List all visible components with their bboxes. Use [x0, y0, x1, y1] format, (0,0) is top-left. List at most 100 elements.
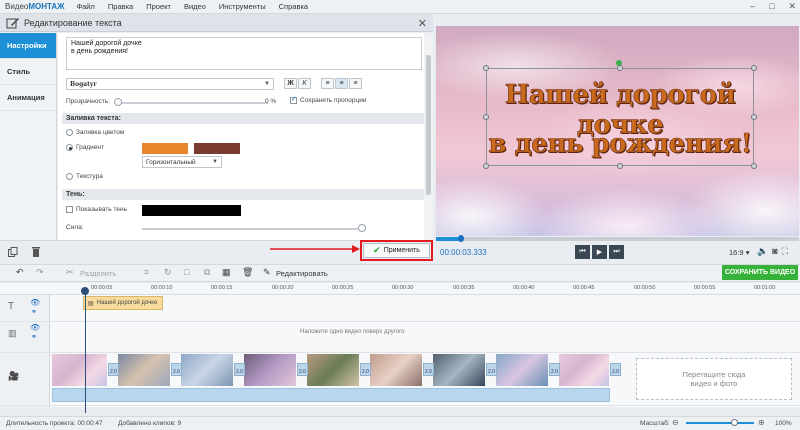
scrollbar-thumb[interactable]	[426, 55, 431, 195]
italic-button[interactable]: К	[298, 78, 311, 89]
video-clip[interactable]	[52, 354, 107, 386]
split-icon[interactable]: ✂	[66, 267, 74, 278]
resize-handle[interactable]	[751, 163, 757, 169]
menu-edit[interactable]: Правка	[108, 2, 133, 11]
volume-icon[interactable]: 🔈	[757, 246, 768, 257]
copy-icon[interactable]: ⧉	[204, 267, 210, 278]
play-icon[interactable]: ▶	[592, 245, 607, 259]
edit-icon[interactable]: ✎	[263, 267, 271, 278]
video-preview[interactable]: Нашей дорогой дочке в день рождения!	[436, 26, 799, 236]
texture-radio[interactable]: Текстура	[66, 173, 103, 180]
text-input[interactable]: Нашей дорогой дочке в день рождения!	[66, 37, 422, 70]
menu-file[interactable]: Файл	[76, 2, 94, 11]
keep-proportions-checkbox[interactable]: Сохранять пропорции	[290, 95, 366, 104]
tab-style[interactable]: Стиль	[0, 59, 56, 85]
opacity-slider[interactable]	[118, 102, 268, 104]
trash-icon[interactable]	[31, 246, 41, 257]
close-icon[interactable]: ✕	[418, 17, 427, 30]
video-clip[interactable]	[433, 354, 485, 386]
rotate-icon[interactable]: ↻	[164, 267, 172, 278]
menu-video[interactable]: Видео	[184, 2, 206, 11]
zoom-in-icon[interactable]: ⊕	[758, 418, 765, 427]
edit-button[interactable]: Редактировать	[276, 269, 328, 278]
film-icon[interactable]: ▦	[222, 267, 231, 278]
video-clip[interactable]	[307, 354, 359, 386]
align-right-icon[interactable]: ≡	[349, 78, 362, 89]
editor-scrollbar[interactable]	[424, 33, 433, 240]
strength-slider-knob[interactable]	[358, 224, 366, 232]
video-clip[interactable]	[370, 354, 422, 386]
menu-tools[interactable]: Инструменты	[219, 2, 266, 11]
gradient-radio[interactable]: Градиент	[66, 144, 104, 151]
fill-color-radio[interactable]: Заливка цветом	[66, 129, 124, 136]
transition-marker[interactable]: 2.0	[549, 363, 560, 376]
zoom-out-icon[interactable]: ⊖	[672, 418, 679, 427]
zoom-slider-knob[interactable]	[731, 419, 738, 426]
menu-help[interactable]: Справка	[279, 2, 308, 11]
video-clip[interactable]	[118, 354, 170, 386]
progress-knob[interactable]	[458, 235, 465, 242]
link-icon[interactable]: ⚭	[31, 308, 37, 316]
timeline-ruler[interactable]: 00:00:05 00:00:10 00:00:15 00:00:20 00:0…	[0, 283, 800, 295]
save-video-button[interactable]: СОХРАНИТЬ ВИДЕО	[722, 265, 798, 280]
align-center-icon[interactable]: ≡	[335, 78, 348, 89]
split-button[interactable]: Разделить	[80, 269, 116, 278]
transition-marker[interactable]: 2.0	[108, 363, 119, 376]
tab-animation[interactable]: Анимация	[0, 85, 56, 111]
transition-marker[interactable]: 2.0	[234, 363, 245, 376]
resize-handle[interactable]	[751, 65, 757, 71]
transition-marker[interactable]: 2.0	[360, 363, 371, 376]
transition-marker[interactable]: 2.0	[297, 363, 308, 376]
media-drop-zone[interactable]: Перетащите сюда видео и фото	[636, 358, 792, 400]
show-shadow-checkbox[interactable]: Показывать тень	[66, 206, 127, 213]
maximize-button[interactable]: □	[769, 1, 774, 12]
tab-settings[interactable]: Настройки	[0, 33, 56, 59]
transition-marker[interactable]: 2.0	[486, 363, 497, 376]
gradient-type-select[interactable]: Горизонтальный ▼	[142, 156, 222, 168]
aspect-ratio-select[interactable]: 16:9 ▾	[729, 248, 749, 257]
video-clip[interactable]	[181, 354, 233, 386]
stop-icon[interactable]: □	[184, 267, 189, 277]
transition-marker[interactable]: 2.0	[610, 363, 621, 376]
minimize-button[interactable]: –	[750, 1, 755, 12]
camera-icon[interactable]: ◙	[772, 246, 777, 257]
trash-icon[interactable]: 🗑	[242, 267, 253, 278]
video-clip[interactable]	[496, 354, 548, 386]
resize-handle[interactable]	[617, 163, 623, 169]
shadow-color-swatch[interactable]	[142, 205, 241, 216]
close-window-button[interactable]: ✕	[788, 1, 796, 12]
bold-button[interactable]: Ж	[284, 78, 297, 89]
skip-forward-icon[interactable]: ⏭	[609, 245, 624, 259]
transition-marker[interactable]: 2.0	[423, 363, 434, 376]
menu-project[interactable]: Проект	[146, 2, 171, 11]
font-select[interactable]: Bogatyr ▼	[66, 78, 274, 90]
playhead-handle[interactable]	[81, 287, 89, 295]
opacity-slider-knob[interactable]	[114, 98, 122, 106]
redo-icon[interactable]: ↷	[36, 267, 44, 278]
resize-handle[interactable]	[617, 65, 623, 71]
gradient-color-1[interactable]	[142, 143, 188, 154]
resize-handle[interactable]	[483, 65, 489, 71]
resize-handle[interactable]	[483, 163, 489, 169]
strength-slider[interactable]	[142, 228, 366, 230]
fullscreen-icon[interactable]: ⛶	[782, 246, 788, 257]
copy-icon[interactable]	[8, 247, 18, 257]
audio-track[interactable]	[52, 388, 610, 402]
eye-icon[interactable]: 👁	[30, 323, 40, 332]
apply-button[interactable]: ✔ Применить	[360, 240, 433, 261]
video-clip[interactable]	[559, 354, 609, 386]
gradient-color-2[interactable]	[194, 143, 240, 154]
undo-icon[interactable]: ↶	[16, 267, 24, 278]
ruler-tick: 00:00:30	[392, 285, 414, 291]
playback-progress[interactable]	[436, 235, 799, 242]
align-left-icon[interactable]: ≡	[321, 78, 334, 89]
link-icon[interactable]: ⚭	[31, 333, 37, 341]
skip-back-icon[interactable]: ⏮	[575, 245, 590, 259]
playhead[interactable]	[85, 289, 86, 413]
title-clip[interactable]: ▤ Нашей дорогой дочке	[83, 296, 163, 310]
video-clip[interactable]	[244, 354, 296, 386]
crop-icon[interactable]: ⌗	[144, 267, 149, 278]
zoom-slider[interactable]	[686, 422, 754, 424]
eye-icon[interactable]: 👁	[30, 298, 40, 307]
transition-marker[interactable]: 2.0	[171, 363, 182, 376]
